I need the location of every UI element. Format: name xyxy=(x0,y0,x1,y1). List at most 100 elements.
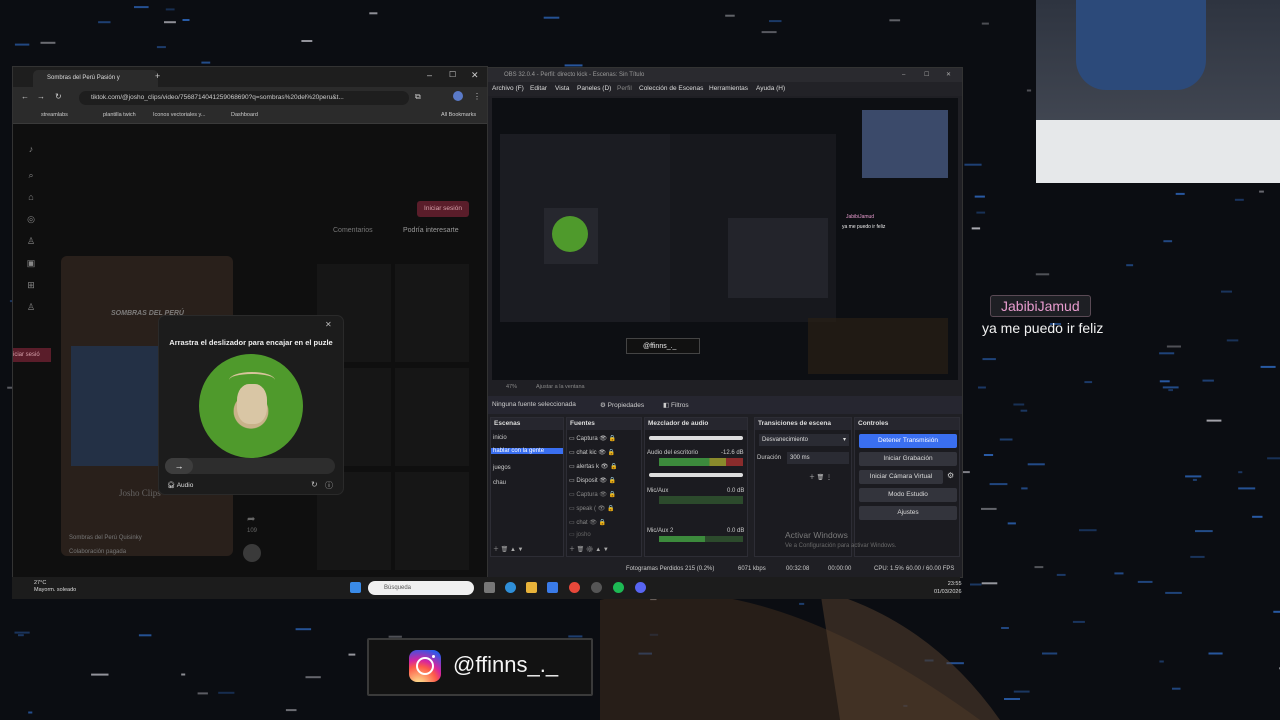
minimize-icon[interactable]: – xyxy=(427,70,432,80)
task-view-icon[interactable] xyxy=(484,582,495,593)
bookmark-streamlabs[interactable]: streamlabs xyxy=(41,112,68,118)
properties-button[interactable]: ⚙ Propiedades xyxy=(600,401,644,409)
menu-herramientas[interactable]: Herramientas xyxy=(709,85,748,92)
suggested-video[interactable] xyxy=(395,472,469,570)
obs-close-icon[interactable]: ✕ xyxy=(946,68,951,82)
suggested-video[interactable] xyxy=(395,264,469,362)
maximize-icon[interactable]: ☐ xyxy=(449,70,456,79)
source-item[interactable]: ▭ josho xyxy=(569,531,591,538)
profile-icon[interactable] xyxy=(453,91,463,101)
bookmark-dashboard[interactable]: Dashboard xyxy=(231,112,258,118)
search-box[interactable]: Búsqueda xyxy=(368,581,474,595)
virtual-camera-settings-icon[interactable]: ⚙ xyxy=(947,471,954,480)
filters-button[interactable]: ◧ Filtros xyxy=(663,401,689,409)
following-icon[interactable]: ♙ xyxy=(25,236,37,248)
menu-archivo[interactable]: Archivo (F) xyxy=(492,85,524,92)
close-icon[interactable]: ✕ xyxy=(471,70,479,81)
menu-icon[interactable]: ⋮ xyxy=(473,92,481,101)
live-icon[interactable]: ▣ xyxy=(25,258,37,270)
clock-date: 01/03/2026 xyxy=(934,589,962,595)
settings-button[interactable]: Ajustes xyxy=(859,506,957,520)
transition-select[interactable]: Desvanecimiento ▾ xyxy=(759,434,849,446)
source-item[interactable]: ▭ Captura 👁 🔒 xyxy=(569,435,616,442)
new-tab-icon[interactable]: + xyxy=(155,71,160,81)
scene-item[interactable]: chau xyxy=(493,480,506,486)
tab-suggestions[interactable]: Podría interesarte xyxy=(403,227,459,234)
source-label: Captura xyxy=(576,492,598,498)
menu-vista[interactable]: Vista xyxy=(555,85,569,92)
scene-add-icon[interactable]: ＋ 🗑 ▲ ▼ xyxy=(493,544,524,553)
captcha-close-icon[interactable]: ✕ xyxy=(325,320,332,329)
obs-taskbar-icon[interactable] xyxy=(591,582,602,593)
avatar[interactable] xyxy=(243,544,261,562)
menu-paneles[interactable]: Paneles (D) xyxy=(577,85,611,92)
duration-input[interactable]: 300 ms xyxy=(787,452,849,464)
audio-label: Audio xyxy=(176,482,194,489)
tiktok-logo-icon[interactable]: ♪ xyxy=(25,144,37,156)
back-icon[interactable]: ← xyxy=(21,92,29,101)
scene-item[interactable]: juegos xyxy=(493,465,511,471)
profile-icon[interactable]: ♙ xyxy=(25,302,37,314)
bookmark-iconos[interactable]: Iconos vectoriales y... xyxy=(153,112,205,118)
virtual-camera-button[interactable]: Iniciar Cámara Virtual xyxy=(859,470,943,484)
start-icon[interactable] xyxy=(350,582,361,593)
browser-tab[interactable]: Sombras del Perú Pasión y xyxy=(33,70,158,87)
source-add-icon[interactable]: ＋ 🗑 ⚙ ▲ ▼ xyxy=(569,544,609,553)
source-item[interactable]: ▭ speak ( 👁 🔒 xyxy=(569,505,614,512)
weather-widget[interactable]: 27°C Mayorm. soleado xyxy=(34,580,76,594)
discord-icon[interactable] xyxy=(635,582,646,593)
search-icon[interactable]: ⌕ xyxy=(25,170,37,182)
store-icon[interactable] xyxy=(547,582,558,593)
captcha-audio-option[interactable]: 🎧︎ Audio xyxy=(167,481,193,489)
share-icon[interactable]: ➦ xyxy=(247,514,255,525)
studio-mode-button[interactable]: Modo Estudio xyxy=(859,488,957,502)
video-description: Sombras del Perú Quisinky xyxy=(69,535,142,541)
clock[interactable]: 23:55 01/03/2026 xyxy=(934,580,962,596)
preview-chat-message: ya me puedo ir feliz xyxy=(842,224,886,230)
address-bar[interactable]: tiktok.com/@josho_clips/video/7568714041… xyxy=(79,91,409,105)
preview-toolbar: 47% Ajustar a la ventana xyxy=(488,381,962,395)
transition-add-icon[interactable]: ＋ 🗑 ⋮ xyxy=(809,472,832,481)
mixer-title: Mezclador de audio xyxy=(645,418,747,430)
stop-stream-button[interactable]: Detener Transmisión xyxy=(859,434,957,448)
start-recording-button[interactable]: Iniciar Grabación xyxy=(859,452,957,466)
info-icon[interactable]: ⓘ xyxy=(325,480,333,491)
all-bookmarks[interactable]: All Bookmarks xyxy=(441,112,476,118)
extensions-icon[interactable]: ⧉ xyxy=(415,92,421,102)
source-item[interactable]: ▭ Disposit 👁 🔒 xyxy=(569,477,616,484)
fit-window[interactable]: Ajustar a la ventana xyxy=(536,384,585,390)
slider-handle[interactable]: → xyxy=(165,458,193,474)
menu-perfil[interactable]: Perfil xyxy=(617,85,632,92)
source-item[interactable]: ▭ chat kic 👁 🔒 xyxy=(569,449,615,456)
edge-icon[interactable] xyxy=(505,582,516,593)
tab-comments[interactable]: Comentarios xyxy=(333,227,373,234)
share-count: 109 xyxy=(247,528,258,534)
zoom-level[interactable]: 47% xyxy=(506,384,517,390)
file-explorer-icon[interactable] xyxy=(526,582,537,593)
forward-icon[interactable]: → xyxy=(37,92,45,101)
source-item[interactable]: ▭ alertas k 👁 🔒 xyxy=(569,463,617,470)
menu-coleccion[interactable]: Colección de Escenas xyxy=(639,85,703,92)
side-login-button[interactable]: iciar sesió xyxy=(13,348,51,362)
menu-ayuda[interactable]: Ayuda (H) xyxy=(756,85,785,92)
source-item[interactable]: ▭ chat 👁 🔒 xyxy=(569,519,606,526)
menu-editar[interactable]: Editar xyxy=(530,85,547,92)
captcha-slider[interactable]: → xyxy=(165,458,335,474)
login-button[interactable]: Iniciar sesión xyxy=(417,201,469,217)
obs-title-bar: OBS 32.0.4 - Perfil: directo kick - Esce… xyxy=(488,68,962,82)
explore-icon[interactable]: ◎ xyxy=(25,214,37,226)
obs-minimize-icon[interactable]: – xyxy=(902,68,905,82)
obs-preview[interactable]: JabibiJamud ya me puedo ir feliz @ffinns… xyxy=(492,98,958,380)
refresh-icon[interactable]: ↻ xyxy=(311,480,318,489)
spotify-icon[interactable] xyxy=(613,582,624,593)
source-item[interactable]: ▭ Captura 👁 🔒 xyxy=(569,491,616,498)
reload-icon[interactable]: ↻ xyxy=(55,92,62,101)
scene-item-selected[interactable]: hablar con la gente xyxy=(491,448,563,454)
chrome-icon[interactable] xyxy=(569,582,580,593)
scene-item[interactable]: inicio xyxy=(493,435,507,441)
bookmark-plantilla[interactable]: plantilla twich xyxy=(103,112,136,118)
home-icon[interactable]: ⌂ xyxy=(25,192,37,204)
obs-maximize-icon[interactable]: ☐ xyxy=(924,68,929,82)
suggested-video[interactable] xyxy=(395,368,469,466)
upload-icon[interactable]: ⊞ xyxy=(25,280,37,292)
